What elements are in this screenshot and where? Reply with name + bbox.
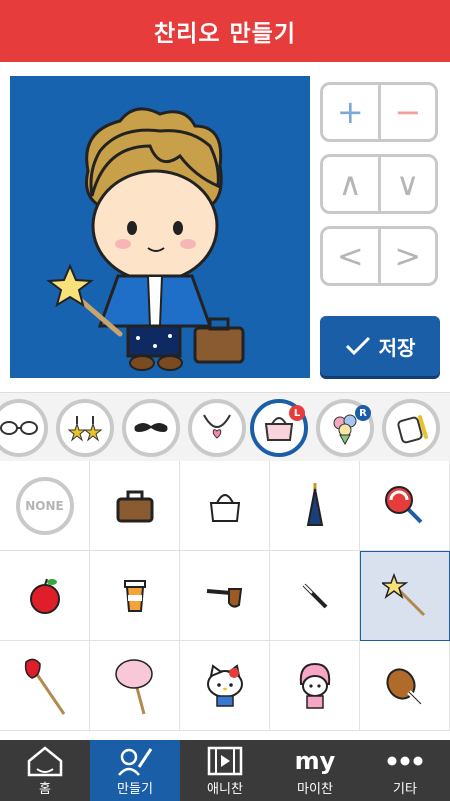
move-down-button[interactable]: ∨ [377,157,436,211]
page-title: 찬리오 만들기 [154,21,296,47]
tab-anichan[interactable]: 애니찬 [180,740,270,801]
lollipop-icon [384,485,422,523]
editor-stage: + − ∧ ∨ < > 저장 [0,62,450,392]
check-icon [345,336,370,356]
category-hand-item-left[interactable]: L [250,399,308,457]
save-label: 저장 [378,335,416,360]
pen-person-icon [118,748,153,776]
my-melody-icon [299,662,330,709]
star-wand-icon [382,573,426,617]
zoom-out-button[interactable]: − [377,85,436,139]
tab-home-label: 홈 [39,782,51,797]
character-preview [46,107,245,371]
badge-left: L [289,405,305,421]
necklace-icon [203,414,231,439]
item-briefcase[interactable] [90,461,180,551]
vertical-move-control: ∧ ∨ [320,154,438,214]
item-lollipop[interactable] [360,461,450,551]
briefcase-icon [116,490,153,522]
category-earrings[interactable] [56,399,114,457]
item-umbrella[interactable] [270,461,360,551]
item-baton[interactable] [270,551,360,641]
app-header: 찬리오 만들기 [0,0,450,62]
save-button[interactable]: 저장 [320,316,440,376]
baton-icon [302,583,327,608]
zoom-in-button[interactable]: + [323,85,378,139]
item-star-wand[interactable] [360,551,450,641]
earrings-icon [68,416,102,442]
item-pipe[interactable] [180,551,270,641]
character-canvas[interactable] [10,76,310,378]
hello-kitty-icon [206,663,243,707]
zoom-control: + − [320,82,438,142]
badge-right: R [355,405,371,421]
handbag-icon [209,493,240,522]
item-none[interactable]: NONE [0,461,90,551]
umbrella-icon [306,482,323,526]
move-up-button[interactable]: ∧ [323,157,378,211]
coffee-cup-icon [123,579,146,612]
strawberry-stick-icon [24,658,65,715]
item-handbag[interactable] [180,461,270,551]
none-option: NONE [15,476,74,535]
item-other-icon [397,415,428,444]
meat-drumstick-icon [385,667,423,706]
tab-mychan[interactable]: my 마이찬 [270,740,360,801]
item-coffee-cup[interactable] [90,551,180,641]
pipe-icon [206,587,242,608]
item-my-melody[interactable] [270,641,360,731]
tab-anichan-label: 애니찬 [207,782,243,797]
tab-create[interactable]: 만들기 [90,740,180,801]
move-left-button[interactable]: < [323,229,378,283]
glasses-icon [0,421,38,435]
home-icon [27,746,63,777]
apple-icon [29,578,60,614]
my-icon: my [294,747,336,775]
category-bar: L R [0,392,450,462]
tab-create-label: 만들기 [117,782,153,797]
tab-more-label: 기타 [393,782,417,797]
tab-more[interactable]: 기타 [360,740,450,801]
item-strawberry-stick[interactable] [0,641,90,731]
item-cotton-candy[interactable] [90,641,180,731]
category-necklace[interactable] [188,399,246,457]
item-meat-drumstick[interactable] [360,641,450,731]
move-right-button[interactable]: > [377,229,436,283]
mustache-icon [134,423,168,432]
horizontal-move-control: < > [320,226,438,286]
film-icon [207,746,243,776]
bottom-tab-bar: 홈 만들기 애니찬 my 마이찬 기타 [0,740,450,801]
tab-home[interactable]: 홈 [0,740,90,801]
cotton-candy-icon [114,658,153,714]
category-hand-item-right[interactable]: R [316,399,374,457]
tab-mychan-label: 마이찬 [297,782,333,797]
category-glasses[interactable] [0,399,48,457]
item-hello-kitty[interactable] [180,641,270,731]
more-dots-icon [387,756,423,766]
item-grid: NONE [0,461,450,740]
item-apple[interactable] [0,551,90,641]
category-other[interactable] [382,399,440,457]
category-mustache[interactable] [122,399,180,457]
